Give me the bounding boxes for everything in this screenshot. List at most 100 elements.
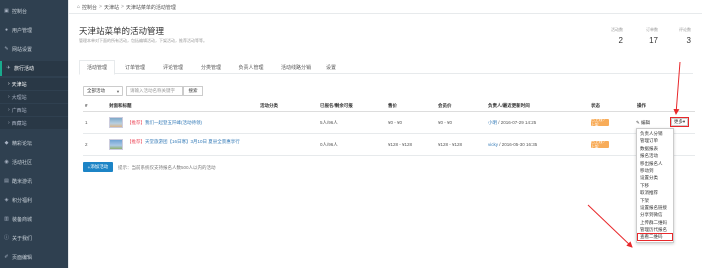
sidebar-item-page-edit[interactable]: ✐ 页面编辑 — [0, 250, 68, 265]
sidebar-item-label: 酷米游讯 — [12, 179, 33, 185]
dot-icon: › — [8, 107, 10, 113]
home-icon: ⌂ — [77, 4, 81, 10]
tab-settings[interactable]: 设置 — [321, 60, 341, 74]
sidebar-item-news[interactable]: ▤ 酷米游讯 — [0, 174, 68, 189]
sidebar-subitem-tibet[interactable]: › 西藏站 — [0, 117, 68, 129]
menu-item[interactable]: 管理历代报名 — [637, 226, 673, 233]
column-header: 操作 — [637, 103, 646, 108]
cover-image — [109, 117, 123, 128]
dot-icon: › — [8, 94, 10, 100]
member-price: ¥128 - ¥128 — [438, 142, 463, 147]
sidebar-item-community[interactable]: ◉ 活动社区 — [0, 155, 68, 170]
more-dropdown-button[interactable]: 更多 ▾ — [670, 117, 689, 127]
owner-link[interactable]: 小明 — [488, 120, 497, 125]
tab-route-distribution[interactable]: 活动线路分销 — [273, 60, 319, 74]
sidebar-item-dashboard[interactable]: ▣ 控制台 — [0, 4, 68, 19]
pencil-icon: ✎ — [636, 120, 640, 125]
table-row: 1 【推荐】我们一起登五阡峰(活动待领) 5人/96人 ¥0 - ¥0 ¥0 -… — [83, 112, 695, 134]
member-price: ¥0 - ¥0 — [438, 120, 453, 125]
menu-item[interactable]: 上传群二维码 — [637, 219, 673, 226]
sidebar-subitem-label: 天津站 — [11, 81, 27, 88]
menu-item[interactable]: 报名活动 — [637, 152, 673, 159]
breadcrumb-home[interactable]: 控制台 — [82, 4, 97, 11]
sidebar-item-site-settings[interactable]: ✎ 网站设置 — [0, 42, 68, 57]
column-header: 活动分类 — [260, 103, 278, 108]
sidebar-item-forum[interactable]: ◆ 精彩论坛 — [0, 136, 68, 151]
price: ¥128 - ¥128 — [388, 142, 413, 147]
search-button[interactable]: 搜索 — [183, 86, 203, 96]
menu-item[interactable]: 分享到微信 — [637, 211, 673, 218]
sidebar-subitem-dali[interactable]: › 大理站 — [0, 91, 68, 103]
tab-category-manage[interactable]: 分类管理 — [193, 60, 229, 74]
stat-activities: 活动数 2 — [589, 27, 623, 45]
stat-value: 17 — [649, 36, 658, 45]
sidebar-item-label: 旅行活动 — [14, 66, 35, 72]
menu-item[interactable]: 移动到 — [637, 167, 673, 174]
activity-title-link[interactable]: 天堂旅游团【16日寒】3月10日 夏县全景惠享行 — [145, 139, 240, 144]
updated-time: 2016-07-29 14:25 — [500, 120, 537, 125]
owner-cell: 小明 / 2016-07-29 14:25 — [488, 120, 537, 125]
add-activity-button[interactable]: + 添加活动 — [83, 162, 113, 172]
breadcrumb-level1[interactable]: 天津站 — [104, 4, 119, 11]
menu-item[interactable]: 设置报名链接 — [637, 204, 673, 211]
column-header: 会员价 — [438, 103, 452, 108]
owner-link[interactable]: vicky — [488, 142, 498, 147]
sidebar-item-points[interactable]: ◈ 积分福利 — [0, 193, 68, 208]
enrolled-count: 0人/96人 — [320, 142, 338, 147]
menu-item[interactable]: 移出报名人 — [637, 160, 673, 167]
column-header: 售价 — [388, 103, 397, 108]
sidebar-item-label: 页面编辑 — [12, 255, 33, 261]
stat-value: 2 — [618, 36, 623, 45]
shop-icon: ▥ — [4, 216, 9, 222]
status-badge[interactable]: 已上线 / 上架 — [591, 118, 609, 127]
sidebar-item-travel[interactable]: ✈ 旅行活动 — [0, 61, 68, 76]
dashboard-icon: ▣ — [4, 8, 9, 14]
sidebar-item-label: 控制台 — [12, 9, 28, 15]
sidebar-subitem-guangxi[interactable]: › 广西站 — [0, 104, 68, 116]
activity-filter-select[interactable]: 全部活动 ▼ — [83, 86, 123, 96]
menu-item[interactable]: 下架 — [637, 197, 673, 204]
main-panel: ⌂ 控制台 > 天津站 > 天津站菜单的活动管理 天津站菜单的活动管理 管理本单… — [68, 0, 702, 268]
sidebar-item-users[interactable]: ● 用户管理 — [0, 23, 68, 38]
menu-item[interactable]: 负责人分销 — [637, 130, 673, 137]
activity-title-link[interactable]: 我们一起登五阡峰(活动待领) — [145, 120, 202, 125]
menu-item[interactable]: 设置分类 — [637, 174, 673, 181]
breadcrumb-separator: > — [99, 4, 102, 10]
row-title: 【推荐】我们一起登五阡峰(活动待领) — [127, 120, 202, 126]
sidebar: ▣ 控制台 ● 用户管理 ✎ 网站设置 ✈ 旅行活动 › 天津站 › 大理站 › 广西站 › 西… — [0, 0, 68, 268]
menu-item-view-qrcode[interactable]: 查看二维码 — [637, 233, 673, 241]
search-input[interactable]: 请输入活动名称关键字 — [126, 86, 183, 96]
tab-order-manage[interactable]: 订单管理 — [117, 60, 153, 74]
tab-activity-manage[interactable]: 活动管理 — [79, 60, 115, 75]
sidebar-subitem-label: 西藏站 — [11, 120, 27, 127]
tab-comment-manage[interactable]: 评论管理 — [155, 60, 191, 74]
row-title: 【推荐】天堂旅游团【16日寒】3月10日 夏县全景惠享行 — [127, 139, 249, 145]
menu-item[interactable]: 取消推荐 — [637, 189, 673, 196]
menu-item[interactable]: 管理订单 — [637, 137, 673, 144]
tab-bar: 活动管理 订单管理 评论管理 分类管理 负责人管理 活动线路分销 设置 — [79, 60, 693, 75]
sidebar-item-shop[interactable]: ▥ 装备商城 — [0, 212, 68, 227]
status-badge[interactable]: 已上线 / 上架 — [591, 140, 609, 149]
edit-button[interactable]: ✎ 编辑 — [636, 120, 650, 126]
updated-time: 2016-05-30 16:35 — [501, 142, 538, 147]
add-activity-label: 添加活动 — [90, 164, 109, 169]
breadcrumb-separator: > — [120, 4, 124, 10]
sidebar-subitem-tianjin[interactable]: › 天津站 — [0, 78, 68, 90]
forum-icon: ◆ — [4, 140, 9, 146]
stat-value: 3 — [686, 36, 691, 45]
tab-owner-manage[interactable]: 负责人管理 — [231, 60, 271, 74]
stat-comments: 评论数 3 — [657, 27, 691, 45]
recommend-tag: 【推荐】 — [127, 120, 145, 125]
edit-icon: ✐ — [4, 254, 9, 260]
sidebar-subitem-label: 广西站 — [11, 107, 27, 114]
breadcrumb: ⌂ 控制台 > 天津站 > 天津站菜单的活动管理 — [77, 3, 176, 11]
table-row: 2 【推荐】天堂旅游团【16日寒】3月10日 夏县全景惠享行 0人/96人 ¥1… — [83, 134, 695, 156]
menu-item[interactable]: 数据报表 — [637, 145, 673, 152]
menu-item[interactable]: 下移 — [637, 182, 673, 189]
sidebar-item-label: 网站设置 — [12, 47, 33, 53]
gift-icon: ◈ — [4, 197, 9, 203]
sidebar-item-about[interactable]: ⓘ 关于我们 — [0, 231, 68, 246]
table-header: # 封面和标题 活动分类 已报名/剩余可报 售价 会员价 负责人/最近更新时间 … — [83, 102, 695, 112]
chevron-down-icon: ▼ — [116, 89, 120, 94]
page-description: 管理本单对下面的所有活动，包括编辑活动，下架活动，推荐活动等等。 — [79, 38, 207, 43]
